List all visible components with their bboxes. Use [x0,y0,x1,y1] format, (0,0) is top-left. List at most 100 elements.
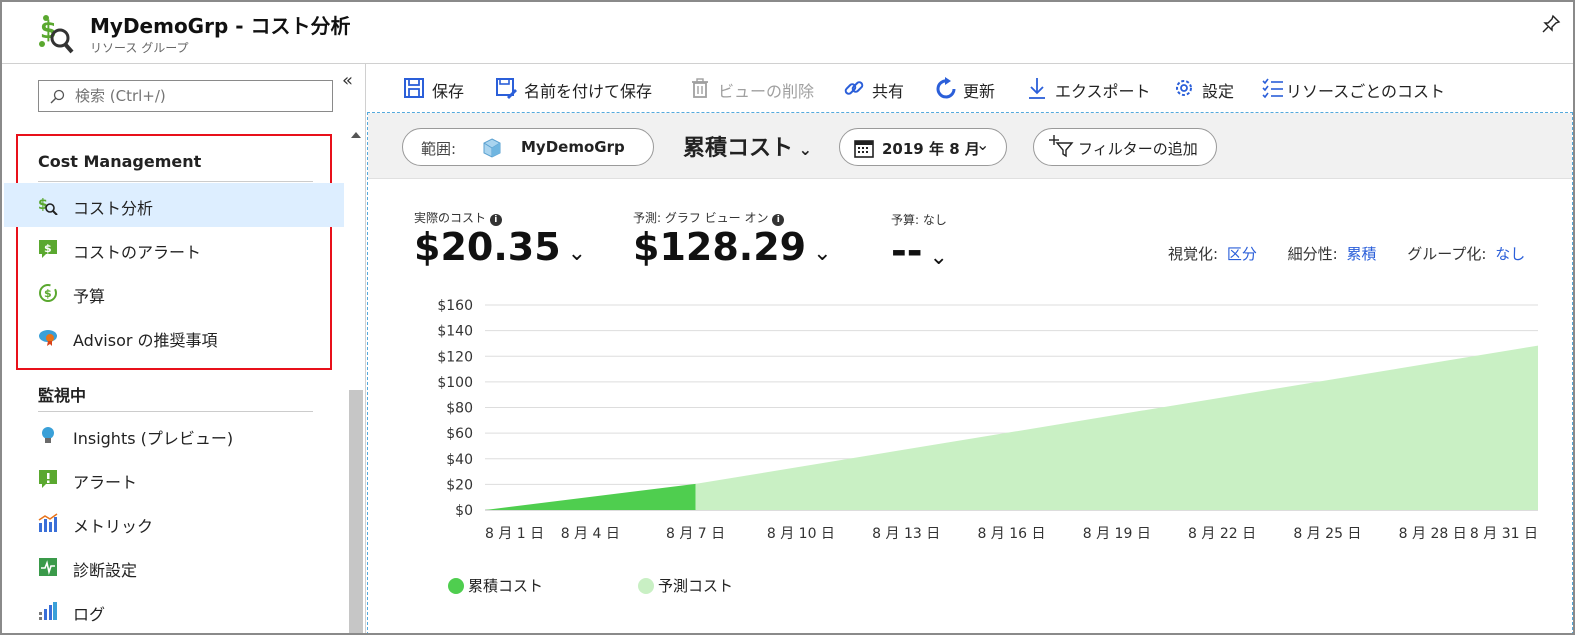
x-tick-label: 8 月 25 日 [1293,526,1361,542]
cost-analysis-panel: 範囲: MyDemoGrp 累積コスト ⌄ 2019 年 8 月 ⌄ フィルター… [367,112,1573,633]
page-title: MyDemoGrp - コスト分析 [90,14,351,38]
search-input[interactable] [75,85,325,107]
actual-cost-value: $20.35 [414,225,561,269]
chevron-down-icon: ⌄ [922,245,948,270]
y-tick-label: $140 [437,324,473,340]
gear-icon [1176,80,1192,96]
sidebar-item-label: メトリック [73,517,154,536]
x-tick-label: 8 月 4 日 [561,526,620,542]
pin-icon[interactable] [1541,14,1561,34]
view-selector[interactable]: 累積コスト ⌄ [683,130,812,162]
date-range-value: 2019 年 8 月 [882,140,980,158]
sidebar-item-label: アラート [73,473,138,492]
sidebar-item-advisor[interactable]: Advisor の推奨事項 [4,315,344,359]
section-title-monitoring: 監視中 [38,386,87,405]
forecast-cost-label: 予測: グラフ ビュー オン [633,211,769,225]
advisor-icon [39,330,57,346]
sidebar-item-logs[interactable]: ログ [4,589,344,633]
date-range-picker[interactable]: 2019 年 8 月 ⌄ [839,128,1007,166]
filter-bar: 範囲: MyDemoGrp 累積コスト ⌄ 2019 年 8 月 ⌄ フィルター… [368,113,1572,179]
settings-label: 設定 [1202,82,1235,101]
search-box[interactable] [38,80,333,112]
chevron-down-icon: ⌄ [806,241,832,266]
sidebar-item-insights[interactable]: Insights (プレビュー) [4,413,344,457]
view-name: 累積コスト [683,136,794,161]
scrollbar-thumb[interactable] [349,390,363,633]
group-by-link[interactable]: なし [1495,245,1525,263]
y-tick-label: $60 [446,426,473,442]
legend-swatch [448,578,464,594]
resource-group-icon [483,138,501,158]
insights-icon [42,427,54,443]
y-tick-label: $120 [437,349,473,365]
x-tick-label: 8 月 22 日 [1188,526,1256,542]
granularity-label: 細分性: [1287,245,1338,263]
section-divider [38,411,313,412]
section-title-cost-management: Cost Management [38,152,202,171]
x-tick-label: 8 月 19 日 [1083,526,1151,542]
sidebar-item-budgets[interactable]: $ 予算 [4,271,344,315]
save-icon [404,78,424,98]
trash-icon [692,78,708,98]
export-label: エクスポート [1055,82,1151,101]
cost-alert-icon: $ [39,240,57,258]
save-as-label: 名前を付けて保存 [524,82,653,101]
app-window: $ MyDemoGrp - コスト分析 リソース グループ « Cost Man… [0,0,1575,635]
sidebar-item-label: 診断設定 [73,561,138,580]
save-label: 保存 [432,82,465,101]
add-filter-button[interactable]: フィルターの追加 [1033,128,1217,166]
svg-text:$: $ [40,16,57,44]
y-tick-label: $0 [455,503,473,519]
y-tick-label: $100 [437,375,473,391]
y-tick-label: $160 [437,298,473,314]
sidebar-item-alerts[interactable]: アラート [4,457,344,501]
svg-text:$: $ [44,287,52,300]
svg-text:$: $ [44,242,52,255]
collapse-sidebar-button[interactable]: « [342,70,353,91]
search-icon [50,89,65,104]
refresh-label: 更新 [963,82,996,101]
sidebar-item-cost-analysis[interactable]: $ コスト分析 [4,183,344,227]
page-subtitle: リソース グループ [90,41,189,55]
legend-item-forecast[interactable]: 予測コスト [638,575,733,596]
x-tick-label: 8 月 7 日 [666,526,725,542]
x-tick-label: 8 月 31 日 [1470,526,1538,542]
command-bar: 保存 名前を付けて保存 ビューの削除 共有 更新 エクスポート 設定 リソースご… [367,64,1573,112]
legend-item-actual[interactable]: 累積コスト [448,575,543,596]
sidebar-item-cost-alerts[interactable]: $ コストのアラート [4,227,344,271]
list-check-icon [1262,78,1283,99]
section-divider [38,181,313,182]
sidebar-item-metrics[interactable]: メトリック [4,501,344,545]
diagnostic-settings-icon [39,558,57,576]
chart-options: 視覚化: 区分 細分性: 累積 グループ化: なし [1168,243,1525,264]
blade-header: $ MyDemoGrp - コスト分析 リソース グループ [2,2,1573,64]
granularity-link[interactable]: 累積 [1346,245,1376,263]
scope-label: 範囲: [421,140,457,158]
visualization-link[interactable]: 区分 [1227,245,1257,263]
scope-picker[interactable]: 範囲: MyDemoGrp [402,128,654,166]
y-tick-label: $40 [446,452,473,468]
sidebar-item-label: Insights (プレビュー) [73,429,234,448]
budget-value: -- [891,229,923,273]
sidebar-item-label: Advisor の推奨事項 [73,331,218,350]
sidebar-scrollbar[interactable] [347,128,365,633]
delete-view-label: ビューの削除 [718,82,815,101]
sidebar-item-label: 予算 [73,287,106,306]
sidebar-item-label: コスト分析 [73,199,154,218]
metrics-icon [38,513,58,532]
scroll-up-arrow-icon[interactable] [351,132,361,138]
legend-label: 予測コスト [658,577,734,595]
sidebar-item-diagnostic-settings[interactable]: 診断設定 [4,545,344,589]
series-area-1 [695,345,1538,510]
cost-chart: $0 $20 $40 $60 $80 $100 $120 $140 $160 8 月 1 日 8 月… [437,298,1538,542]
forecast-cost-value: $128.29 [633,225,807,269]
scope-value: MyDemoGrp [521,138,625,156]
actual-cost-label: 実際のコスト [414,211,487,225]
alert-icon [39,470,57,488]
y-tick-label: $20 [446,477,473,493]
refresh-icon [936,77,956,99]
add-filter-label: フィルターの追加 [1078,140,1198,158]
x-tick-label: 8 月 10 日 [767,526,835,542]
download-icon [1029,78,1045,99]
group-by-label: グループ化: [1407,245,1487,263]
